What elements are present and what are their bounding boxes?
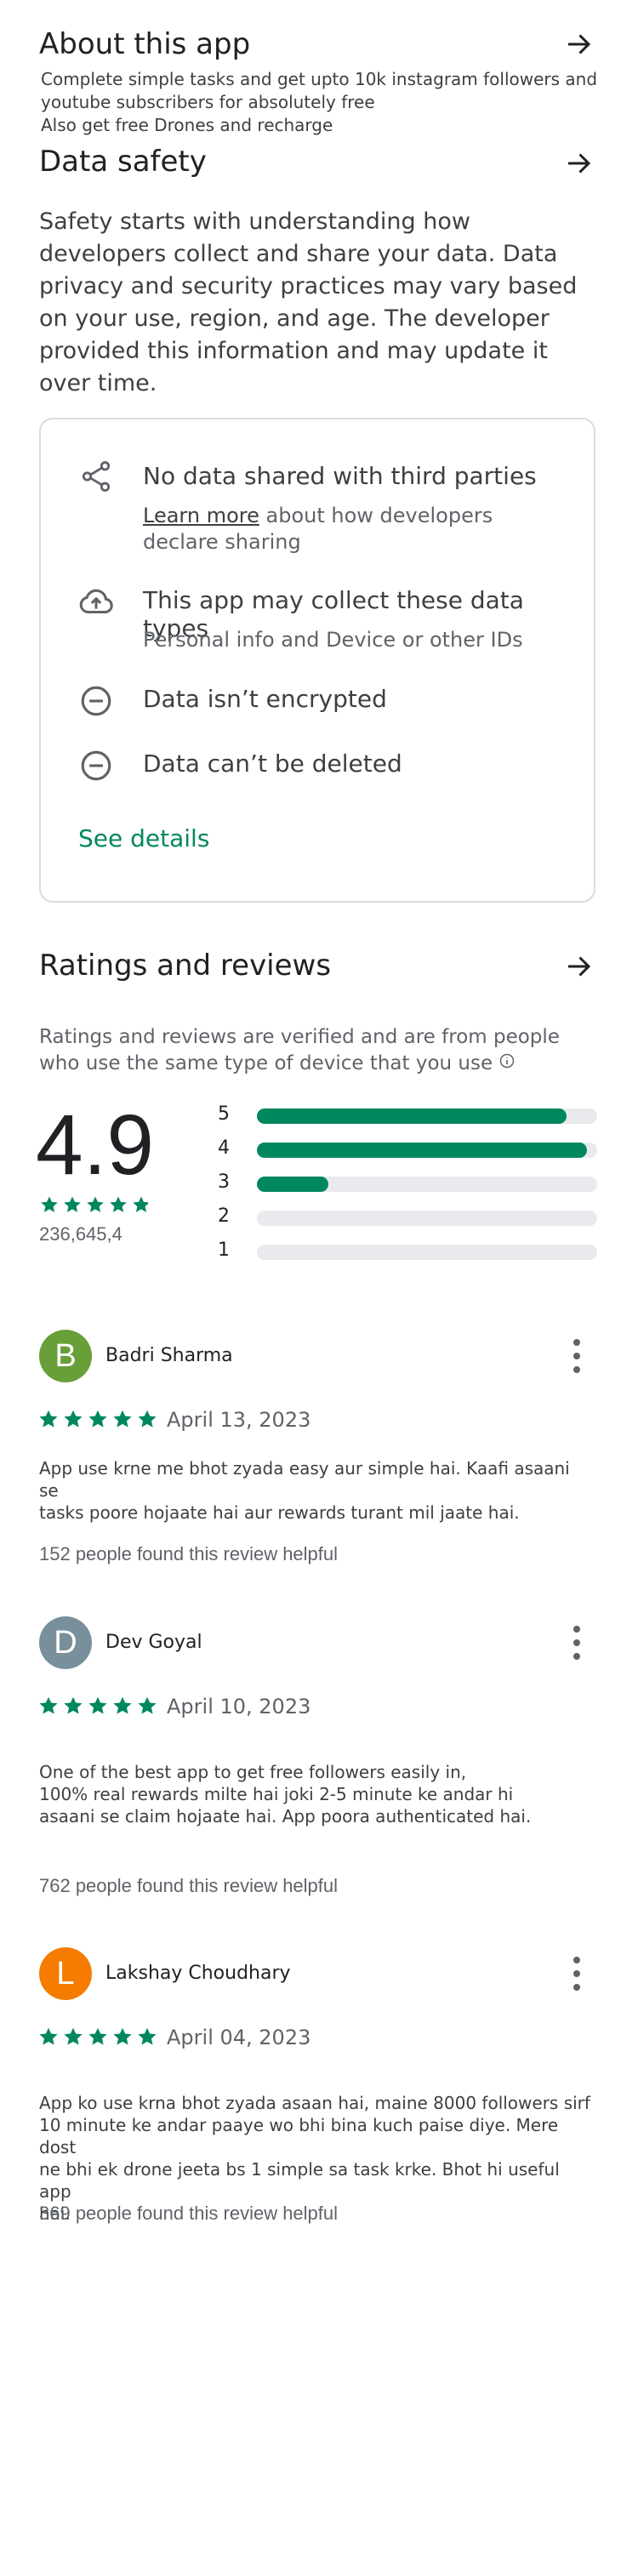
histogram-bar-fill (257, 1143, 587, 1158)
star-icon (136, 1695, 158, 1720)
more-options-icon[interactable] (572, 1626, 582, 1660)
reviewer-name: Dev Goyal (105, 1632, 202, 1653)
ratings-note-text: Ratings and reviews are verified and are… (39, 1026, 560, 1074)
star-icon (39, 1194, 60, 1218)
review-text-line: asaani se claim hojaate hai. App poora a… (39, 1806, 532, 1827)
ratings-arrow-icon[interactable] (561, 949, 595, 983)
star-icon (87, 1408, 109, 1433)
histogram-label: 4 (218, 1137, 230, 1159)
no-data-shared-subtitle: Learn more about how developers declare … (143, 503, 568, 556)
avatar: D (39, 1616, 92, 1669)
about-section: About this app (39, 26, 601, 63)
see-details-link[interactable]: See details (78, 824, 209, 852)
reviewer-name: Lakshay Choudhary (105, 1963, 291, 1984)
about-line: Also get free Drones and recharge (41, 115, 333, 135)
share-icon (78, 459, 114, 498)
star-icon (62, 1408, 84, 1433)
data-safety-title: Data safety (39, 145, 207, 179)
helpful-count: 762 people found this review helpful (39, 1875, 339, 1896)
summary-stars (39, 1194, 151, 1218)
review-date: April 10, 2023 (167, 1695, 311, 1718)
star-icon (111, 1695, 134, 1720)
star-icon (62, 1194, 83, 1218)
histogram-label: 2 (218, 1205, 230, 1227)
no-data-shared-title: No data shared with third parties (143, 462, 537, 490)
star-icon (62, 2026, 84, 2051)
review-text-line: App ko use krna bhot zyada asaan hai, ma… (39, 2093, 590, 2113)
avatar: L (39, 1947, 92, 2000)
data-safety-description: Safety starts with understanding how dev… (39, 208, 578, 396)
histogram-bar-track (257, 1143, 597, 1158)
histogram-bar-track (257, 1177, 597, 1192)
not-encrypted-title: Data isn’t encrypted (143, 685, 387, 713)
no-entry-icon (78, 748, 114, 787)
star-icon (131, 1194, 151, 1218)
star-icon (37, 1408, 60, 1433)
histogram-bar-fill (257, 1108, 567, 1124)
review-stars (37, 1695, 158, 1720)
star-icon (87, 2026, 109, 2051)
more-options-icon[interactable] (572, 1339, 582, 1373)
info-icon[interactable] (498, 1051, 516, 1077)
helpful-count: 369 people found this review helpful (39, 2203, 339, 2224)
about-line: Complete simple tasks and get upto 10k i… (41, 69, 598, 89)
histogram-bar-track (257, 1245, 597, 1260)
review-text-line: One of the best app to get free follower… (39, 1762, 467, 1782)
star-icon (136, 2026, 158, 2051)
histogram-label: 3 (218, 1171, 230, 1193)
helpful-count: 152 people found this review helpful (39, 1543, 339, 1564)
about-arrow-icon[interactable] (561, 27, 595, 61)
review-date: April 04, 2023 (167, 2026, 311, 2049)
histogram-bar-track (257, 1211, 597, 1226)
star-icon (111, 2026, 134, 2051)
data-safety-card: No data shared with third parties Learn … (39, 418, 595, 903)
review-text: App use krne me bhot zyada easy aur simp… (39, 1457, 592, 1524)
histogram-label: 1 (218, 1240, 230, 1261)
reviewer-name: Badri Sharma (105, 1345, 233, 1366)
learn-more-link[interactable]: Learn more (143, 504, 259, 527)
star-icon (85, 1194, 105, 1218)
review-text-line: App use krne me bhot zyada easy aur simp… (39, 1458, 570, 1501)
rating-count: 236,645,4 (39, 1223, 122, 1245)
review-text-line: ne bhi ek drone jeeta bs 1 simple sa tas… (39, 2159, 560, 2202)
ratings-note: Ratings and reviews are verified and are… (39, 1024, 584, 1077)
review-stars (37, 2026, 158, 2051)
star-icon (87, 1695, 109, 1720)
more-options-icon[interactable] (572, 1957, 582, 1991)
review-date: April 13, 2023 (167, 1408, 311, 1432)
rating-score: 4.9 (36, 1097, 155, 1193)
histogram-label: 5 (218, 1103, 230, 1125)
histogram-bar-fill (257, 1177, 328, 1192)
about-line: youtube subscribers for absolutely free (41, 92, 375, 112)
avatar: B (39, 1330, 92, 1382)
cloud-upload-icon (77, 583, 116, 625)
review-stars (37, 1408, 158, 1433)
about-title: About this app (39, 27, 251, 61)
ratings-title: Ratings and reviews (39, 949, 332, 983)
star-icon (37, 1695, 60, 1720)
review-text-line: 100% real rewards milte hai joki 2-5 min… (39, 1784, 514, 1804)
review-text: One of the best app to get free follower… (39, 1761, 592, 1827)
review-text-line: 10 minute ke andar paaye wo bhi bina kuc… (39, 2115, 559, 2157)
review-text-line: tasks poore hojaate hai aur rewards tura… (39, 1502, 520, 1523)
about-description: Complete simple tasks and get upto 10k i… (41, 68, 602, 137)
star-icon (136, 1408, 158, 1433)
star-icon (62, 1695, 84, 1720)
no-entry-icon (78, 683, 114, 722)
data-safety-arrow-icon[interactable] (561, 146, 595, 180)
collect-data-subtitle: Personal info and Device or other IDs (143, 628, 523, 652)
star-icon (108, 1194, 128, 1218)
star-icon (111, 1408, 134, 1433)
histogram-bar-track (257, 1108, 597, 1124)
cannot-delete-title: Data can’t be deleted (143, 749, 402, 778)
star-icon (37, 2026, 60, 2051)
